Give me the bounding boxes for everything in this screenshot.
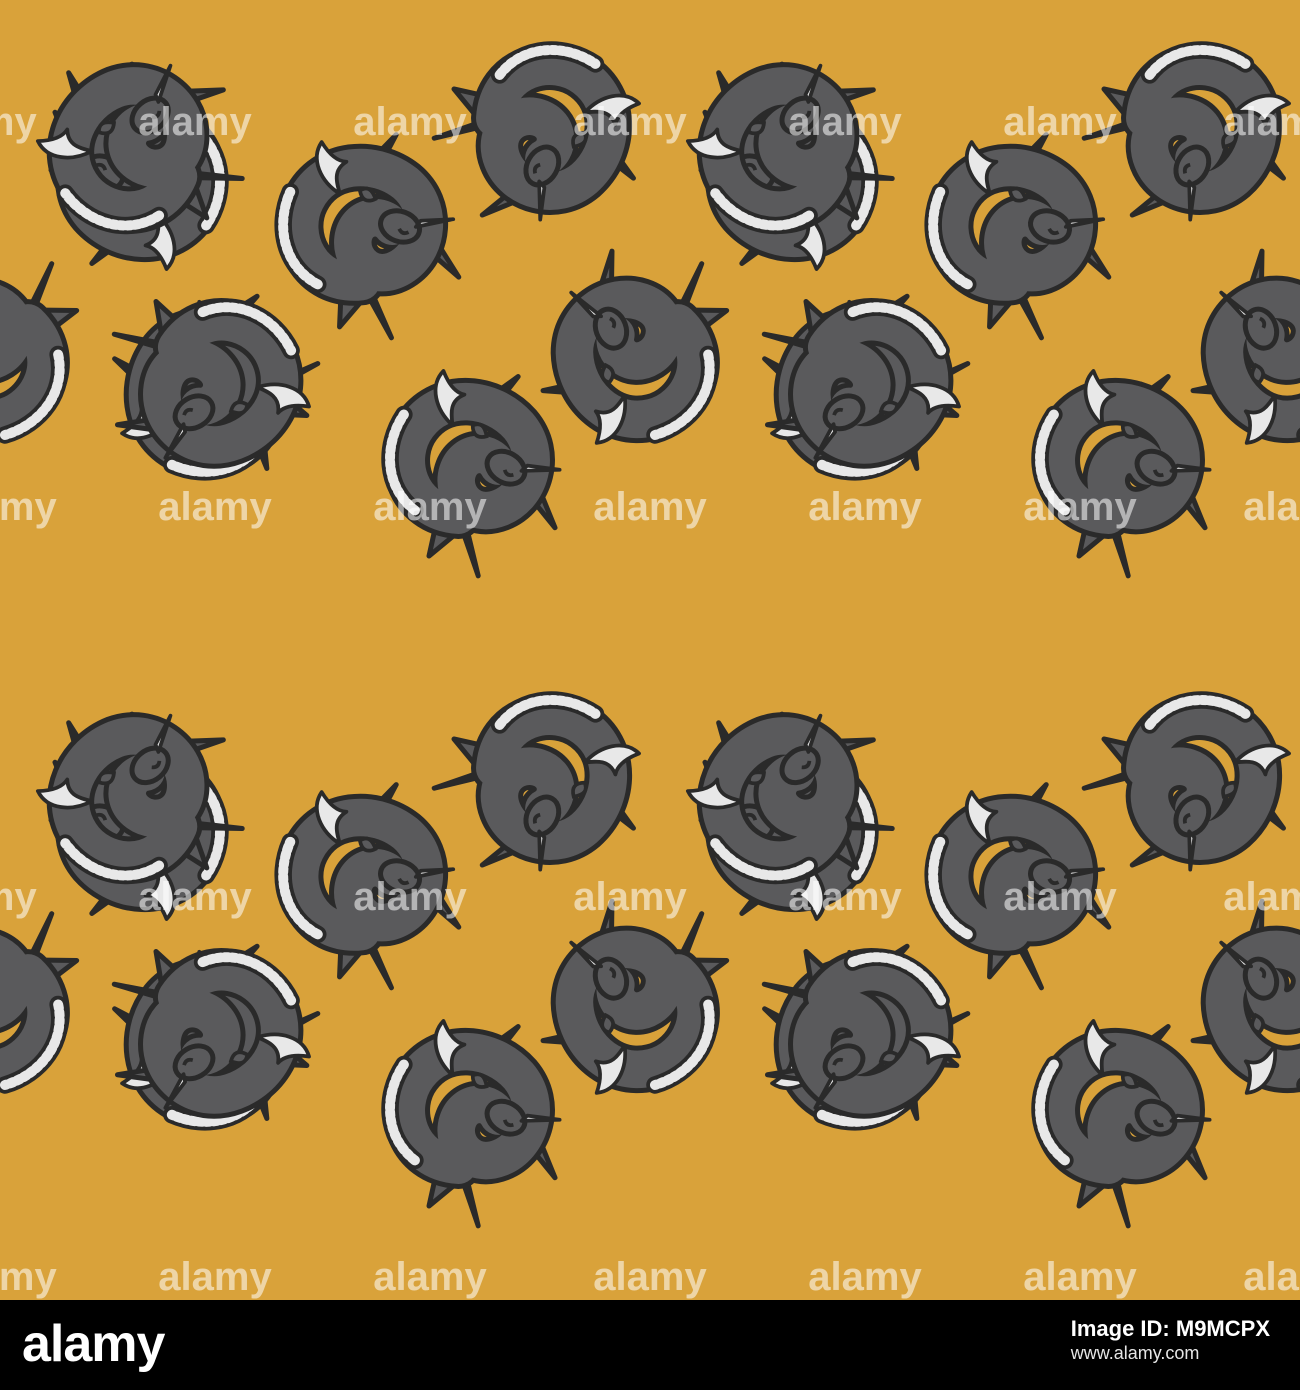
watermark-text: alamy [573,100,687,144]
watermark-text: alamy [1223,875,1300,919]
watermark-text: alamy [0,1255,57,1299]
footer-url: www.alamy.com [1070,1343,1200,1363]
watermark-text: alamy [0,485,57,529]
alamy-logo: alamy [22,1315,165,1373]
watermark-text: alamy [353,100,467,144]
watermark-text: alamy [373,485,487,529]
watermark-text: alamy [0,875,37,919]
seamless-pattern: alamy alamy alamy alamy alamy alamy alamy alamy… [0,0,1300,1300]
watermark-text: alamy [573,875,687,919]
watermark-text: alamy [1243,1255,1300,1299]
watermark-text: alamy [1023,485,1137,529]
watermark-text: alamy [593,485,707,529]
watermark-text: alamy [808,485,922,529]
watermark-text: alamy [1003,100,1117,144]
watermark-text: alamy [788,100,902,144]
watermark-text: alamy [808,1255,922,1299]
watermark-text: alamy [353,875,467,919]
footer-meta: Image ID: M9MCPX www.alamy.com [1071,1316,1270,1364]
watermark-text: alamy [158,1255,272,1299]
watermark-text: alamy [138,875,252,919]
watermark-text: alamy [373,1255,487,1299]
watermark-text: alamy [1243,485,1300,529]
watermark-text: alamy [788,875,902,919]
watermark-text: alamy [1223,100,1300,144]
pattern-canvas: alamy alamy alamy alamy alamy alamy alamy alamy… [0,0,1300,1300]
watermark-text: alamy [1003,875,1117,919]
watermark-text: alamy [0,100,37,144]
footer-bar: alamy Image ID: M9MCPX www.alamy.com [0,1300,1300,1390]
watermark-text: alamy [158,485,272,529]
watermark-text: alamy [593,1255,707,1299]
watermark-text: alamy [138,100,252,144]
watermark-text: alamy [1023,1255,1137,1299]
image-id: Image ID: M9MCPX [1070,1316,1270,1341]
